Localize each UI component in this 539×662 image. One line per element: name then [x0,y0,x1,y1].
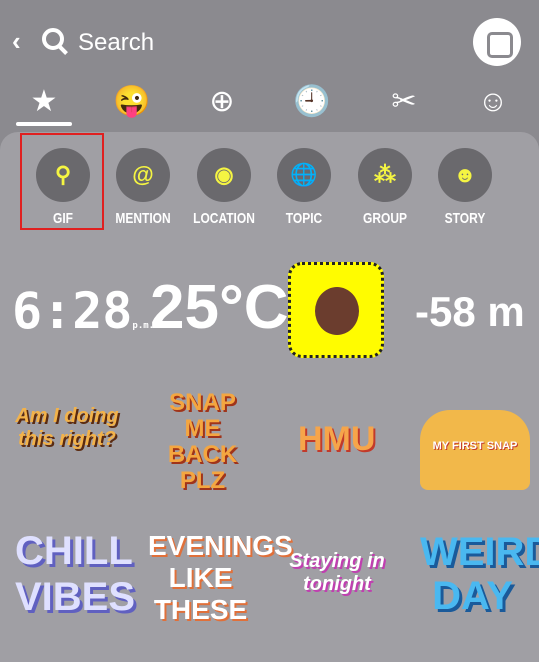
category-mention[interactable]: @ MENTION [103,148,183,227]
category-label: STORY [444,210,486,227]
altitude-sticker[interactable]: -58 m [415,288,525,336]
category-topic[interactable]: 🌐 TOPIC [264,148,344,227]
at-icon: @ [116,148,170,202]
active-tab-indicator [16,122,72,126]
emoji-icon[interactable]: ☺ [473,84,513,120]
header: ‹ Search [0,0,539,80]
back-button[interactable]: ‹ [12,26,21,57]
sticker-snap-me-back[interactable]: SNAP ME BACK PLZ [165,390,240,494]
scissors-icon[interactable]: ✂ [384,84,424,120]
sticker-hmu[interactable]: HMU [298,420,375,459]
sticker-chill-vibes[interactable]: CHILL VIBES [15,528,135,620]
sticker-tabs: ★ 😜 ⊕ 🕘 ✂ ☺ [0,80,539,126]
create-sticker-button[interactable] [473,18,521,66]
category-label: MENTION [115,210,171,227]
category-story[interactable]: ☻ STORY [425,148,505,227]
bitmoji-icon[interactable]: 😜 [112,84,152,120]
search-input[interactable]: Search [78,29,154,57]
highlight-box [20,133,104,230]
search-icon [42,28,64,50]
time-text: 6:28 [12,282,133,340]
cameo-icon[interactable]: ⊕ [202,84,242,120]
sticker-weird-day[interactable]: WEIRD DAY [420,530,539,618]
star-icon[interactable]: ★ [24,84,64,120]
group-icon: ⁂ [358,148,412,202]
globe-icon: 🌐 [277,148,331,202]
category-location[interactable]: ◉ LOCATION [184,148,264,227]
location-pin-icon: ◉ [197,148,251,202]
sticker-my-first-snap[interactable]: MY FIRST SNAP [420,410,530,490]
category-label: LOCATION [193,210,255,227]
snapcode-sticker[interactable] [288,262,384,358]
sticker-evenings-like-these[interactable]: EVENINGS LIKE THESE [148,530,293,626]
sticker-am-i-doing[interactable]: Am I doing this right? [12,405,122,451]
category-label: TOPIC [285,210,323,227]
time-sticker[interactable]: 6:28p.m. [12,282,154,340]
bitmoji-avatar [315,287,359,335]
bitmoji-avatar-icon: ☻ [438,148,492,202]
sticker-staying-in-tonight[interactable]: Staying in tonight [282,550,392,596]
recent-clock-icon[interactable]: 🕘 [292,84,332,120]
category-label: GROUP [362,210,407,227]
category-group[interactable]: ⁂ GROUP [345,148,425,227]
temperature-sticker[interactable]: 25°C [150,272,289,343]
